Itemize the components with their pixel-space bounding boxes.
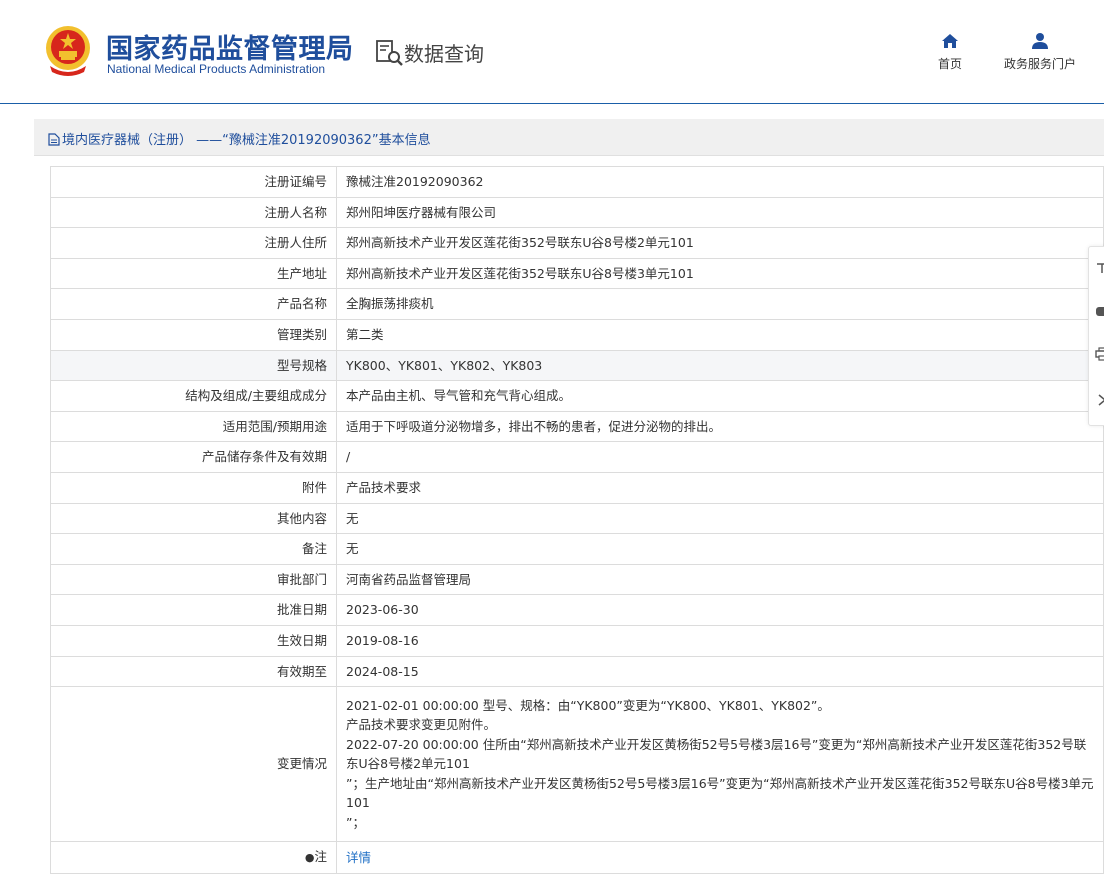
change-line: ”； xyxy=(346,814,365,830)
row-label: 审批部门 xyxy=(50,563,337,596)
row-value: YK800、YK801、YK802、YK803 xyxy=(336,349,1104,382)
row-label: 产品储存条件及有效期 xyxy=(50,441,337,473)
row-value: 2024-08-15 xyxy=(336,655,1104,688)
row-value: 本产品由主机、导气管和充气背心组成。 xyxy=(336,380,1104,412)
row-value: 河南省药品监督管理局 xyxy=(336,563,1104,596)
row-label: 适用范围/预期用途 xyxy=(50,410,337,443)
table-row-change-history: 变更情况 2021-02-01 00:00:00 型号、规格：由“YK800”变… xyxy=(50,686,1104,843)
details-link[interactable]: 详情 xyxy=(346,850,371,865)
row-label: 生效日期 xyxy=(50,624,337,657)
registration-info-table: 注册证编号 豫械注准20192090362 注册人名称 郑州阳坤医疗器械有限公司 注… xyxy=(50,166,1104,875)
nav-service-portal[interactable]: 政务服务门户 xyxy=(1000,32,1080,72)
print-icon[interactable] xyxy=(1095,347,1104,361)
table-row: 生效日期 2019-08-16 xyxy=(50,624,1104,657)
row-label: ●注 xyxy=(50,841,337,875)
chat-icon[interactable] xyxy=(1095,305,1104,319)
change-line: ”；生产地址由“郑州高新技术产业开发区黄杨街52号5号楼3层16号”变更为“郑州… xyxy=(346,775,1094,811)
row-value: / xyxy=(336,441,1104,473)
change-line: 2022-07-20 00:00:00 住所由“郑州高新技术产业开发区黄杨街52… xyxy=(346,736,1087,772)
row-label: 产品名称 xyxy=(50,288,337,320)
document-icon xyxy=(48,133,60,146)
row-label: 结构及组成/主要组成成分 xyxy=(50,380,337,412)
row-value: 郑州高新技术产业开发区莲花街352号联东U谷8号楼3单元101 xyxy=(336,257,1104,290)
national-emblem-icon xyxy=(46,26,90,76)
table-row: 产品储存条件及有效期 / xyxy=(50,441,1104,473)
table-row: 注册证编号 豫械注准20192090362 xyxy=(50,166,1104,198)
row-label: 注册人住所 xyxy=(50,227,337,259)
row-label: 附件 xyxy=(50,471,337,504)
data-query-title: 数据查询 xyxy=(404,42,484,66)
note-label: 注 xyxy=(314,849,327,865)
table-row: 备注无 xyxy=(50,533,1104,565)
change-history-value: 2021-02-01 00:00:00 型号、规格：由“YK800”变更为“YK… xyxy=(336,686,1104,843)
section-header: 境内医疗器械（注册） ——“豫械注准20192090362”基本信息 xyxy=(34,119,1104,156)
nav-home[interactable]: 首页 xyxy=(930,32,970,72)
row-label: 管理类别 xyxy=(50,318,337,351)
change-line: 2021-02-01 00:00:00 型号、规格：由“YK800”变更为“YK… xyxy=(346,697,830,713)
expand-icon[interactable] xyxy=(1095,261,1104,275)
table-row: 批准日期 2023-06-30 xyxy=(50,594,1104,626)
table-row: 管理类别 第二类 xyxy=(50,318,1104,351)
row-value: 无 xyxy=(336,502,1104,535)
row-value: 郑州阳坤医疗器械有限公司 xyxy=(336,196,1104,229)
nav-service-label: 政务服务门户 xyxy=(1003,57,1076,71)
chevron-right-icon[interactable] xyxy=(1095,393,1104,407)
table-row: 有效期至 2024-08-15 xyxy=(50,655,1104,688)
row-value: 郑州高新技术产业开发区莲花街352号联东U谷8号楼2单元101 xyxy=(336,227,1104,259)
table-row: 结构及组成/主要组成成分 本产品由主机、导气管和充气背心组成。 xyxy=(50,380,1104,412)
data-query-icon xyxy=(376,40,403,66)
table-row: 注册人住所 郑州高新技术产业开发区莲花街352号联东U谷8号楼2单元101 xyxy=(50,227,1104,259)
table-row: 型号规格 YK800、YK801、YK802、YK803 xyxy=(50,349,1104,382)
row-value: 无 xyxy=(336,533,1104,565)
row-label: 其他内容 xyxy=(50,502,337,535)
row-label: 备注 xyxy=(50,533,337,565)
row-label: 生产地址 xyxy=(50,257,337,290)
user-icon xyxy=(1032,33,1048,49)
row-value: 全胸振荡排痰机 xyxy=(336,288,1104,320)
table-row: 附件 产品技术要求 xyxy=(50,471,1104,504)
table-row: 审批部门 河南省药品监督管理局 xyxy=(50,563,1104,596)
row-label: 批准日期 xyxy=(50,594,337,626)
row-label: 有效期至 xyxy=(50,655,337,688)
row-value: 2023-06-30 xyxy=(336,594,1104,626)
section-title: 境内医疗器械（注册） ——“豫械注准20192090362”基本信息 xyxy=(48,129,431,148)
home-icon xyxy=(942,34,958,48)
row-value: 详情 xyxy=(336,841,1104,875)
row-value: 适用于下呼吸道分泌物增多，排出不畅的患者，促进分泌物的排出。 xyxy=(336,410,1104,443)
table-row: 生产地址 郑州高新技术产业开发区莲花街352号联东U谷8号楼3单元101 xyxy=(50,257,1104,290)
row-label: 注册证编号 xyxy=(50,166,337,198)
row-label: 变更情况 xyxy=(50,686,337,843)
row-label: 注册人名称 xyxy=(50,196,337,229)
org-name-cn: 国家药品监督管理局 xyxy=(106,34,354,65)
table-row: 产品名称 全胸振荡排痰机 xyxy=(50,288,1104,320)
table-row: 其他内容无 xyxy=(50,502,1104,535)
nav-home-label: 首页 xyxy=(937,57,962,71)
table-row: 适用范围/预期用途 适用于下呼吸道分泌物增多，排出不畅的患者，促进分泌物的排出。 xyxy=(50,410,1104,443)
change-line: 产品技术要求变更见附件。 xyxy=(346,717,497,733)
side-toolbar xyxy=(1088,246,1104,426)
table-row-note: ●注 详情 xyxy=(50,841,1104,875)
section-title-text: 境内医疗器械（注册） ——“豫械注准20192090362”基本信息 xyxy=(62,133,431,148)
row-label: 型号规格 xyxy=(50,349,337,382)
row-value: 第二类 xyxy=(336,318,1104,351)
row-value: 豫械注准20192090362 xyxy=(336,166,1104,198)
row-value: 2019-08-16 xyxy=(336,624,1104,657)
table-row: 注册人名称 郑州阳坤医疗器械有限公司 xyxy=(50,196,1104,229)
org-name-en: National Medical Products Administration xyxy=(107,62,326,76)
site-header: 国家药品监督管理局 National Medical Products Admi… xyxy=(0,0,1104,104)
row-value: 产品技术要求 xyxy=(336,471,1104,504)
